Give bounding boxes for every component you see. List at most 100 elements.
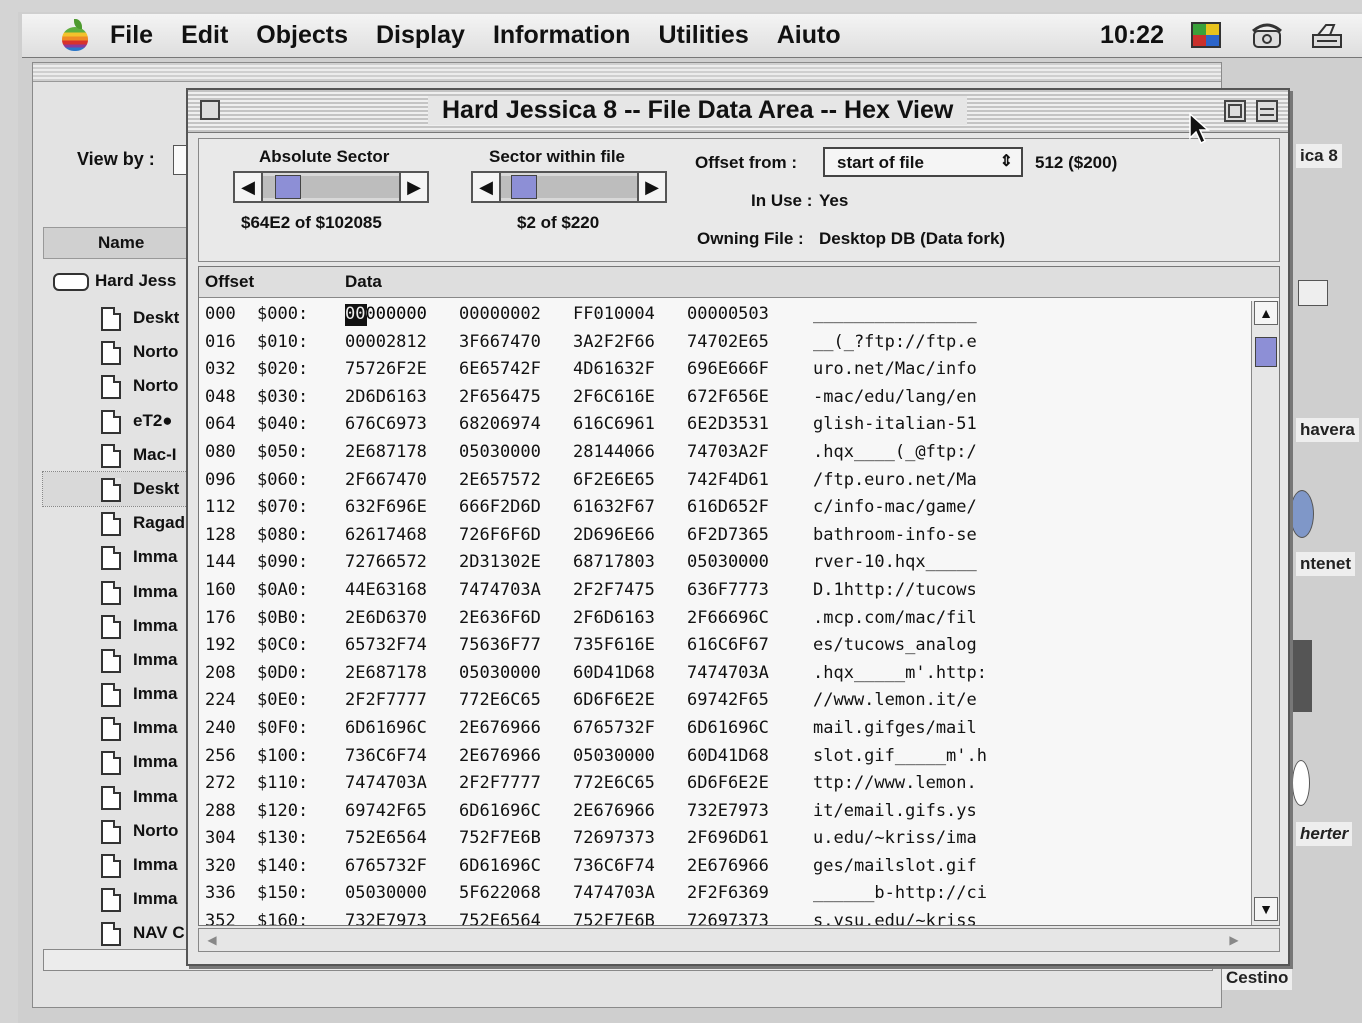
hex-word: 69742F65	[687, 690, 769, 711]
hex-row-hex-offset: $0B0:	[257, 607, 309, 628]
file-name: NAV C	[133, 923, 185, 943]
hex-word: 6D61696C	[687, 717, 769, 738]
finder-file-row[interactable]: eT2●	[43, 404, 203, 438]
hex-word: 2F2F7777	[345, 690, 427, 711]
hex-word: 752E6564	[345, 828, 427, 849]
document-icon	[101, 751, 121, 776]
absolute-sector-right-arrow-icon[interactable]: ▶	[399, 173, 427, 201]
scroll-thumb[interactable]	[1255, 337, 1277, 367]
absolute-sector-slider[interactable]: ◀ ▶	[233, 171, 429, 203]
menu-edit[interactable]: Edit	[181, 21, 228, 50]
hex-row-ascii: ________________	[813, 304, 977, 324]
finder-file-row[interactable]: Imma	[43, 609, 203, 643]
hex-word: 2E676966	[687, 855, 769, 876]
offset-from-popup[interactable]: start of file ⇕	[823, 147, 1023, 177]
file-name: Imma	[133, 889, 178, 909]
owning-file-value: Desktop DB (Data fork)	[819, 229, 1006, 248]
menu-information[interactable]: Information	[493, 21, 631, 50]
finder-file-row[interactable]: Imma	[43, 540, 203, 574]
desktop-label-internet[interactable]: ntenet	[1296, 552, 1355, 576]
desktop-document-icon[interactable]	[1298, 280, 1328, 306]
hex-word: 735F616E	[573, 635, 655, 656]
sector-within-left-arrow-icon[interactable]: ◀	[473, 173, 501, 201]
finder-file-row[interactable]: Ragad	[43, 506, 203, 540]
hex-word: 2D696E66	[573, 524, 655, 545]
finder-file-row[interactable]: Imma	[43, 745, 203, 779]
desktop-label-trash[interactable]: Cestino	[1222, 966, 1293, 990]
finder-file-row[interactable]: Deskt	[42, 470, 204, 508]
hex-word: 6F2E6E65	[573, 469, 655, 490]
window-shade-button[interactable]	[1256, 100, 1278, 122]
finder-file-row[interactable]: Norto	[43, 335, 203, 369]
finder-file-row[interactable]: Imma	[43, 643, 203, 677]
menu-file[interactable]: File	[110, 21, 153, 50]
hex-row-decimal-offset: 112	[205, 497, 236, 518]
scroll-right-arrow-icon[interactable]: ▶	[1225, 931, 1243, 949]
scroll-left-arrow-icon[interactable]: ◀	[203, 931, 221, 949]
hex-column-header: Offset Data	[199, 267, 1279, 298]
hex-row-hex-offset: $160:	[257, 911, 309, 926]
finder-file-row[interactable]: NAV C	[43, 916, 203, 950]
hex-word: 65732F74	[345, 635, 427, 656]
desktop-device-icon[interactable]	[1292, 640, 1312, 712]
hex-word: 6D61696C	[459, 800, 541, 821]
menu-display[interactable]: Display	[376, 21, 465, 50]
name-column-header[interactable]: Name	[43, 227, 203, 259]
apple-icon[interactable]	[56, 18, 96, 53]
hex-row-ascii: mail.gifges/mail	[813, 717, 977, 738]
hex-vertical-scrollbar[interactable]: ▲ ▼	[1251, 301, 1279, 925]
hex-horizontal-scrollbar[interactable]: ◀ ▶	[198, 928, 1280, 952]
hex-row-hex-offset: $120:	[257, 800, 309, 821]
absolute-sector-left-arrow-icon[interactable]: ◀	[235, 173, 263, 201]
finder-file-row[interactable]: Imma	[43, 848, 203, 882]
hex-view-window[interactable]: Hard Jessica 8 -- File Data Area -- Hex …	[186, 88, 1290, 966]
hex-word: 6765732F	[573, 717, 655, 738]
sector-within-file-slider[interactable]: ◀ ▶	[471, 171, 667, 203]
desktop-label-navera[interactable]: havera	[1296, 418, 1359, 442]
hex-word: 2F6D6163	[573, 607, 655, 628]
hex-window-titlebar[interactable]: Hard Jessica 8 -- File Data Area -- Hex …	[188, 90, 1288, 133]
desktop-globe-icon[interactable]	[1290, 490, 1314, 538]
menu-utilities[interactable]: Utilities	[658, 21, 748, 50]
hex-row-decimal-offset: 064	[205, 414, 236, 435]
hex-word: 2E687178	[345, 441, 427, 462]
finder-file-row[interactable]: Imma	[43, 882, 203, 916]
sector-within-right-arrow-icon[interactable]: ▶	[637, 173, 665, 201]
desktop-label-converter[interactable]: herter	[1296, 822, 1353, 846]
scroll-down-arrow-icon[interactable]: ▼	[1254, 897, 1278, 921]
hex-word: 05030000	[345, 883, 427, 904]
color-flag-icon[interactable]	[1190, 21, 1224, 51]
disk-label: Hard Jess	[95, 271, 177, 290]
menu-aiuto[interactable]: Aiuto	[777, 21, 841, 50]
zoom-box-button[interactable]	[1224, 100, 1246, 122]
hex-row-ascii: bathroom-info-se	[813, 524, 977, 545]
finder-file-row[interactable]: Imma	[43, 780, 203, 814]
finder-file-row[interactable]: Imma	[43, 677, 203, 711]
hex-data-grid[interactable]: Offset Data 000 $000: 00000000 00000002 FF01…	[198, 266, 1280, 926]
finder-file-row[interactable]: Imma	[43, 711, 203, 745]
finder-titlebar[interactable]	[33, 63, 1221, 82]
hex-word: 7474703A	[345, 773, 427, 794]
disk-row[interactable]: Hard Jess	[47, 263, 207, 299]
hex-row-decimal-offset: 096	[205, 469, 236, 490]
scroll-up-arrow-icon[interactable]: ▲	[1254, 301, 1278, 325]
close-box-button[interactable]	[200, 100, 220, 120]
menu-objects[interactable]: Objects	[256, 21, 348, 50]
sector-within-thumb[interactable]	[511, 175, 537, 199]
hex-row-hex-offset: $100:	[257, 745, 309, 766]
desktop-label-disk[interactable]: ica 8	[1296, 144, 1342, 168]
telephone-icon[interactable]	[1250, 21, 1284, 51]
document-icon	[101, 341, 121, 366]
absolute-sector-thumb[interactable]	[275, 175, 301, 199]
hex-row-ascii: u.edu/~kriss/ima	[813, 828, 977, 849]
finder-file-row[interactable]: Norto	[43, 814, 203, 848]
finder-file-row[interactable]: Deskt	[43, 301, 203, 335]
finder-file-row[interactable]: Mac-I	[43, 438, 203, 472]
menu-clock[interactable]: 10:22	[1100, 21, 1164, 50]
printer-icon[interactable]	[1310, 21, 1344, 51]
finder-file-row[interactable]: Norto	[43, 369, 203, 403]
hex-row-ascii: .hqx_____m'.http:	[813, 662, 987, 683]
finder-file-row[interactable]: Imma	[43, 575, 203, 609]
hex-word: 2E676966	[459, 745, 541, 766]
desktop-disc-icon[interactable]	[1292, 760, 1310, 806]
